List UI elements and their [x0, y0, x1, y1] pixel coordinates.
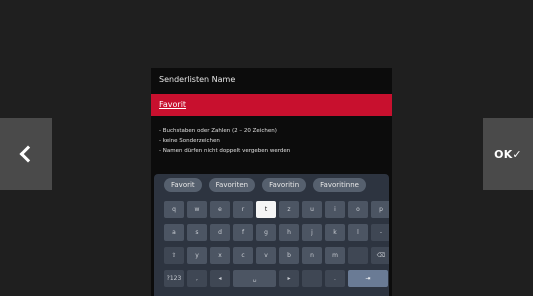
previous-button[interactable] — [0, 118, 52, 190]
key-e[interactable]: e — [210, 201, 230, 218]
key-a[interactable]: a — [164, 224, 184, 241]
keyboard-row-1: q w e r t z u i o p — [164, 201, 389, 218]
key-o[interactable]: o — [348, 201, 368, 218]
key-u[interactable]: u — [302, 201, 322, 218]
key-d[interactable]: d — [210, 224, 230, 241]
keyboard-row-3: ⇧ y x c v b n m ⌫ — [164, 247, 389, 264]
chevron-left-icon — [19, 145, 37, 163]
symbols-key[interactable]: ?123 — [164, 270, 184, 287]
key-dash[interactable]: - — [371, 224, 389, 241]
suggestion-chip[interactable]: Favoritin — [262, 178, 307, 192]
key-v[interactable]: v — [256, 247, 276, 264]
cursor-left-key-icon[interactable]: ◂ — [210, 270, 230, 287]
key-c[interactable]: c — [233, 247, 253, 264]
cursor-right-key-icon[interactable]: ▸ — [279, 270, 299, 287]
naming-rules: - Buchstaben oder Zahlen (2 – 20 Zeichen… — [159, 126, 389, 156]
key-f[interactable]: f — [233, 224, 253, 241]
name-input-value: Favorit — [159, 100, 187, 109]
suggestion-chip[interactable]: Favorit — [164, 178, 202, 192]
key-z[interactable]: z — [279, 201, 299, 218]
key-x[interactable]: x — [210, 247, 230, 264]
suggestion-chip[interactable]: Favoritinne — [313, 178, 366, 192]
key-s[interactable]: s — [187, 224, 207, 241]
dialog-title: Senderlisten Name — [159, 75, 236, 84]
name-input-field[interactable]: Favorit — [151, 94, 392, 116]
key-comma[interactable]: , — [187, 270, 207, 287]
space-key[interactable]: ␣ — [233, 270, 276, 287]
keyboard-row-4: ?123 , ◂ ␣ ▸ . ⇥ — [164, 270, 388, 287]
key-l[interactable]: l — [348, 224, 368, 241]
suggestion-bar: Favorit Favoriten Favoritin Favoritinne — [164, 178, 366, 192]
key-n[interactable]: n — [302, 247, 322, 264]
key-k[interactable]: k — [325, 224, 345, 241]
key-q[interactable]: q — [164, 201, 184, 218]
key-h[interactable]: h — [279, 224, 299, 241]
key-j[interactable]: j — [302, 224, 322, 241]
key-blank[interactable] — [302, 270, 322, 287]
key-r[interactable]: r — [233, 201, 253, 218]
rule-item: - Namen dürfen nicht doppelt vergeben we… — [159, 148, 291, 154]
suggestion-chip[interactable]: Favoriten — [208, 178, 256, 192]
key-w[interactable]: w — [187, 201, 207, 218]
key-p[interactable]: p — [371, 201, 389, 218]
key-i[interactable]: i — [325, 201, 345, 218]
key-m[interactable]: m — [325, 247, 345, 264]
ok-label: OK✓ — [494, 147, 522, 161]
backspace-key-icon[interactable]: ⌫ — [371, 247, 389, 264]
key-period[interactable]: . — [325, 270, 345, 287]
rule-item: - keine Sonderzeichen — [159, 138, 220, 144]
key-blank[interactable] — [348, 247, 368, 264]
on-screen-keyboard: Favorit Favoriten Favoritin Favoritinne … — [154, 174, 389, 296]
enter-key-icon[interactable]: ⇥ — [348, 270, 388, 287]
shift-key-icon[interactable]: ⇧ — [164, 247, 184, 264]
tv-screen: OK✓ Senderlisten Name Favorit - Buchstab… — [0, 0, 533, 296]
rule-item: - Buchstaben oder Zahlen (2 – 20 Zeichen… — [159, 128, 277, 134]
channel-list-name-dialog: Senderlisten Name Favorit - Buchstaben o… — [151, 68, 392, 296]
key-t-focused[interactable]: t — [256, 201, 276, 218]
ok-button[interactable]: OK✓ — [483, 118, 533, 190]
keyboard-row-2: a s d f g h j k l - — [164, 224, 389, 241]
key-b[interactable]: b — [279, 247, 299, 264]
key-g[interactable]: g — [256, 224, 276, 241]
key-y[interactable]: y — [187, 247, 207, 264]
